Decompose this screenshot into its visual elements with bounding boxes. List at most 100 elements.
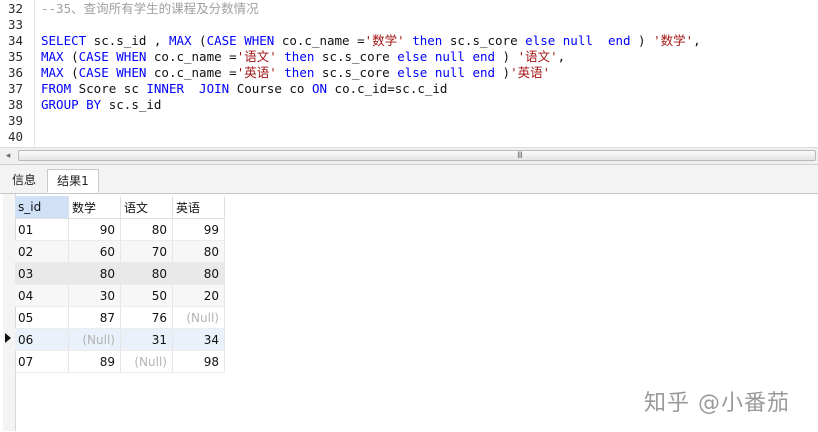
column-header-chinese[interactable]: 语文: [120, 196, 173, 219]
table-row[interactable]: 05 87 76 (Null): [15, 306, 225, 329]
scrollbar-thumb[interactable]: III: [18, 150, 816, 161]
cell-s_id[interactable]: 02: [15, 240, 69, 263]
code-line[interactable]: 38 GROUP BY sc.s_id: [0, 97, 818, 113]
code-token: MAX: [41, 65, 64, 80]
column-header-english[interactable]: 英语: [172, 196, 225, 219]
line-number: 36: [8, 65, 24, 80]
cell-math[interactable]: (Null): [68, 328, 121, 351]
code-text: SELECT sc.s_id , MAX (CASE WHEN co.c_nam…: [41, 33, 701, 49]
table-row[interactable]: 06 (Null) 31 34: [15, 328, 225, 351]
cell-english[interactable]: 34: [172, 328, 225, 351]
cell-chinese[interactable]: (Null): [120, 350, 173, 373]
code-token: '英语': [236, 65, 277, 80]
code-token: CASE WHEN: [78, 49, 147, 64]
code-token: '语文': [517, 49, 558, 64]
code-text: GROUP BY sc.s_id: [41, 97, 161, 113]
column-header-math[interactable]: 数学: [68, 196, 121, 219]
cell-math[interactable]: 89: [68, 350, 121, 373]
code-token: ,: [693, 33, 701, 48]
cell-s_id[interactable]: 05: [15, 306, 69, 329]
line-number: 37: [8, 81, 24, 96]
sql-editor[interactable]: 32 --35、查询所有学生的课程及分数情况 33 34 SELECT sc.s_id …: [0, 0, 818, 146]
cell-english[interactable]: 99: [172, 218, 225, 241]
cell-chinese[interactable]: 70: [120, 240, 173, 263]
code-token: MAX: [168, 33, 192, 48]
scrollbar-grip-icon: III: [517, 151, 523, 161]
code-token: co.c_name =: [146, 49, 237, 64]
result-table: s_id 数学 语文 英语 01 90 80 99 02 60 70 80 03 80 80 80 04…: [15, 196, 225, 373]
code-line[interactable]: 40: [0, 129, 818, 145]
code-token: Course co: [229, 81, 312, 96]
code-line[interactable]: 32 --35、查询所有学生的课程及分数情况: [0, 1, 818, 17]
code-token: ,: [557, 49, 566, 64]
code-token: ): [495, 65, 511, 80]
code-line[interactable]: 35 MAX (CASE WHEN co.c_name ='语文' then sc…: [0, 49, 818, 65]
code-line[interactable]: 39: [0, 113, 818, 129]
cell-math[interactable]: 90: [68, 218, 121, 241]
cell-english[interactable]: 80: [172, 240, 225, 263]
cell-s_id[interactable]: 03: [15, 262, 69, 285]
table-row[interactable]: 03 80 80 80: [15, 262, 225, 285]
table-row[interactable]: 02 60 70 80: [15, 240, 225, 263]
cell-english[interactable]: 98: [172, 350, 225, 373]
line-number: 38: [8, 97, 24, 112]
cell-s_id[interactable]: 07: [15, 350, 69, 373]
cell-chinese[interactable]: 80: [120, 262, 173, 285]
code-token: CASE WHEN: [206, 33, 275, 48]
result-tab-bar: 信息 结果1: [0, 165, 818, 194]
code-token: (: [191, 33, 207, 48]
line-number: 35: [8, 49, 24, 64]
cell-s_id[interactable]: 06: [15, 328, 69, 351]
table-row[interactable]: 07 89 (Null) 98: [15, 350, 225, 373]
current-row-arrow-icon: [5, 333, 11, 343]
code-line[interactable]: 33: [0, 17, 818, 33]
code-token: '数学': [653, 33, 694, 48]
cell-math[interactable]: 80: [68, 262, 121, 285]
code-token: ): [495, 49, 518, 64]
cell-chinese[interactable]: 50: [120, 284, 173, 307]
line-number: 32: [8, 1, 24, 16]
cell-chinese[interactable]: 31: [120, 328, 173, 351]
cell-english[interactable]: 80: [172, 262, 225, 285]
scroll-left-arrow-icon[interactable]: ◂: [2, 150, 14, 162]
tab-result-1[interactable]: 结果1: [47, 169, 99, 193]
line-number: 33: [8, 17, 24, 32]
code-line[interactable]: 37 FROM Score sc INNER JOIN Course co ON …: [0, 81, 818, 97]
line-number: 34: [8, 33, 24, 48]
code-token: sc.s_core: [442, 33, 526, 48]
cell-english[interactable]: 20: [172, 284, 225, 307]
cell-s_id[interactable]: 01: [15, 218, 69, 241]
horizontal-scrollbar[interactable]: ◂ III: [0, 147, 818, 165]
code-token: '数学': [364, 33, 405, 48]
code-text: --35、查询所有学生的课程及分数情况: [41, 1, 259, 17]
code-token: ON: [311, 81, 328, 96]
cell-math[interactable]: 87: [68, 306, 121, 329]
code-token: sc.s_core: [314, 49, 398, 64]
line-number: 40: [8, 129, 24, 144]
code-token: co.c_name =: [146, 65, 237, 80]
cell-math[interactable]: 60: [68, 240, 121, 263]
code-token: FROM: [41, 81, 72, 96]
cell-math[interactable]: 30: [68, 284, 121, 307]
cell-s_id[interactable]: 04: [15, 284, 69, 307]
code-token: sc.s_core: [314, 65, 398, 80]
code-text: MAX (CASE WHEN co.c_name ='语文' then sc.s…: [41, 49, 565, 65]
line-number: 39: [8, 113, 24, 128]
table-row[interactable]: 04 30 50 20: [15, 284, 225, 307]
code-token: MAX: [41, 49, 64, 64]
code-token: '英语': [510, 65, 551, 80]
code-line[interactable]: 34 SELECT sc.s_id , MAX (CASE WHEN co.c_n…: [0, 33, 818, 49]
code-line[interactable]: 36 MAX (CASE WHEN co.c_name ='英语' then sc…: [0, 65, 818, 81]
code-token: sc.s_id ,: [86, 33, 169, 48]
cell-english[interactable]: (Null): [172, 306, 225, 329]
column-header-s_id[interactable]: s_id: [15, 196, 69, 219]
table-row[interactable]: 01 90 80 99: [15, 218, 225, 241]
tab-info[interactable]: 信息: [2, 169, 46, 193]
cell-chinese[interactable]: 76: [120, 306, 173, 329]
code-token: (: [63, 49, 79, 64]
code-token: else null end: [397, 65, 496, 80]
cell-chinese[interactable]: 80: [120, 218, 173, 241]
code-token: INNER JOIN: [146, 81, 230, 96]
code-token: GROUP BY: [41, 97, 102, 112]
code-token: else null end: [397, 49, 496, 64]
